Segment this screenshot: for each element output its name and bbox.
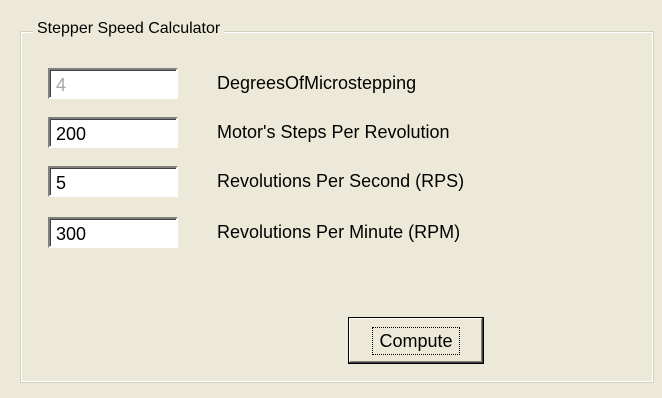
- rpm-label: Revolutions Per Minute (RPM): [217, 222, 461, 242]
- microstepping-label: DegreesOfMicrostepping: [217, 73, 417, 93]
- steps-per-revolution-label: Motor's Steps Per Revolution: [217, 122, 450, 142]
- steps-per-revolution-input[interactable]: [48, 117, 178, 148]
- microstepping-input: [48, 68, 178, 99]
- groupbox-title: Stepper Speed Calculator: [33, 18, 225, 40]
- rps-input[interactable]: [48, 166, 178, 197]
- compute-button[interactable]: Compute: [348, 317, 484, 364]
- compute-button-label: Compute: [372, 326, 460, 355]
- rps-label: Revolutions Per Second (RPS): [217, 171, 465, 191]
- rpm-input[interactable]: [48, 217, 178, 248]
